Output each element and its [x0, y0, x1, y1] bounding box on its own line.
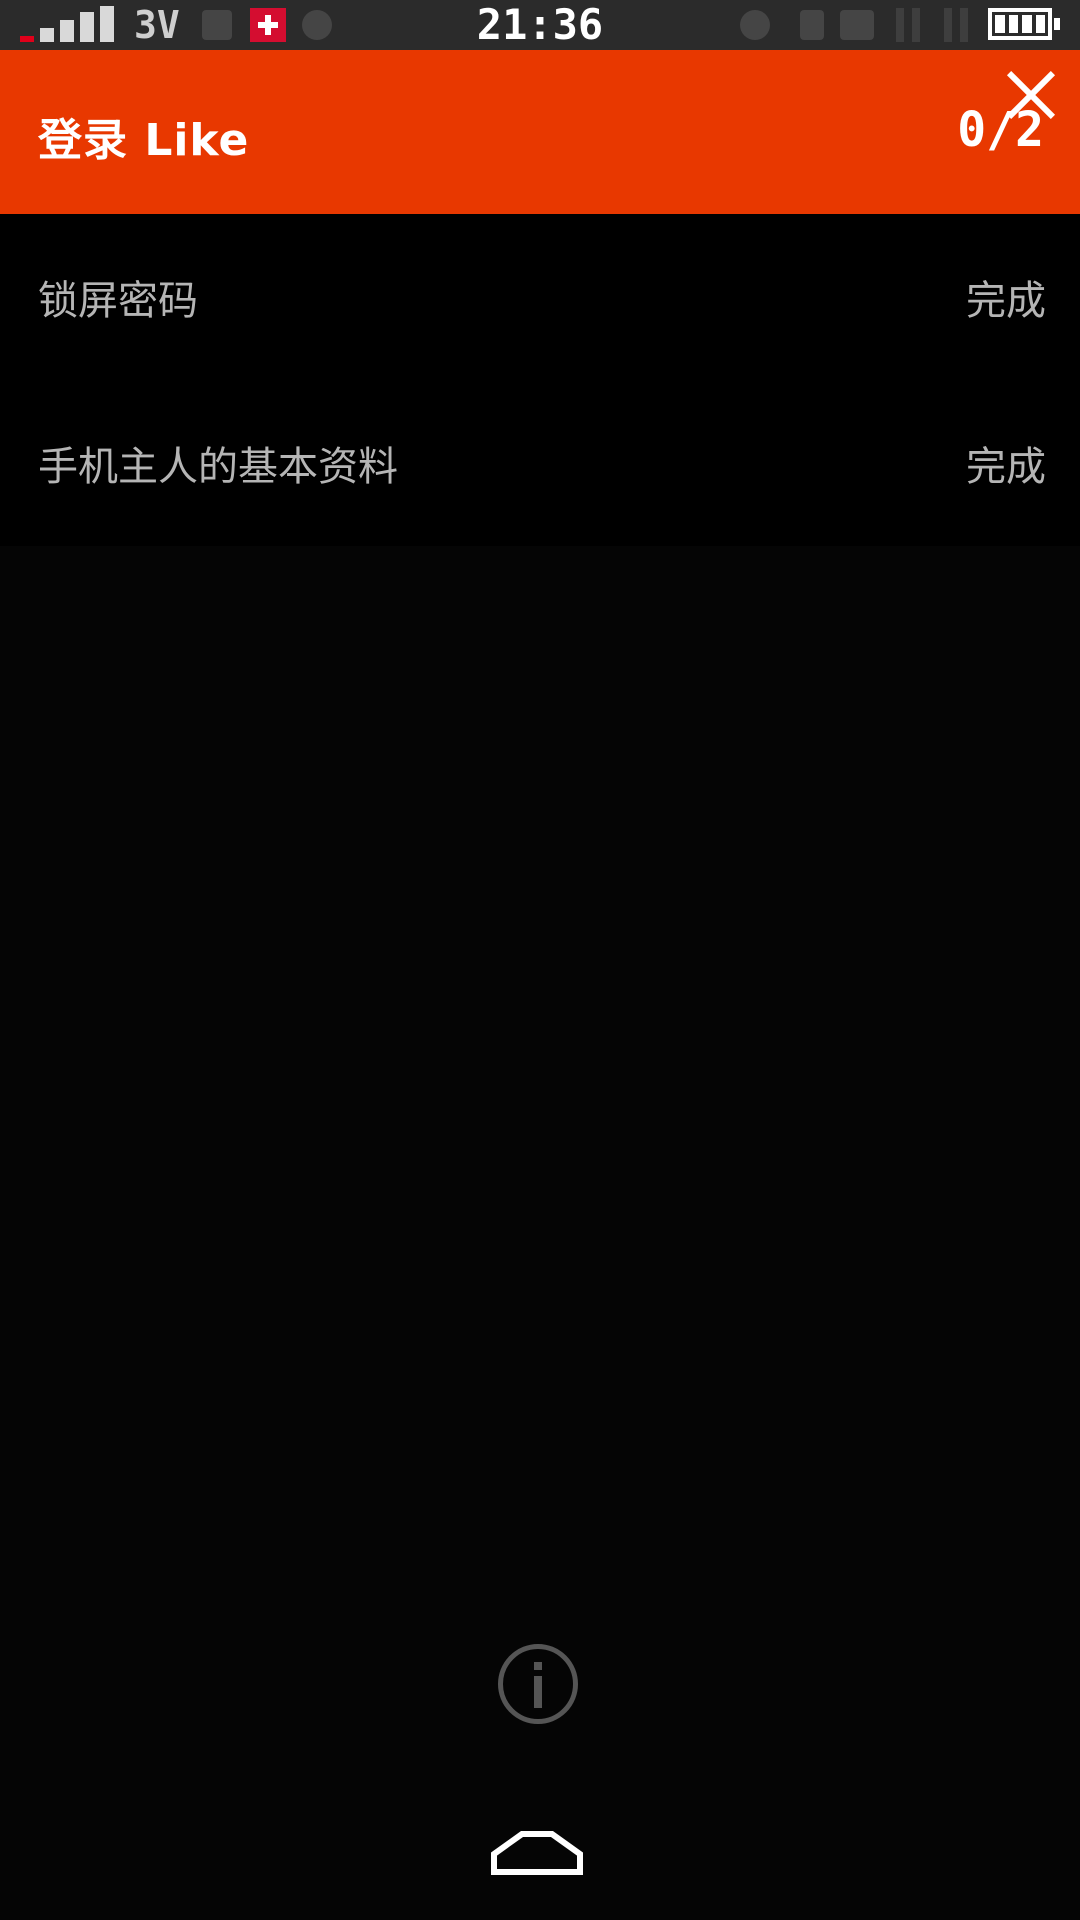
- notification-icon: [202, 10, 232, 40]
- list-item-lock-screen-password[interactable]: 锁屏密码 完成: [0, 214, 1080, 380]
- alarm-icon: [740, 10, 770, 40]
- data-icon: [944, 8, 952, 42]
- step-progress: 0/2: [957, 102, 1044, 158]
- info-icon[interactable]: [498, 1644, 578, 1724]
- list-item-label: 手机主人的基本资料: [38, 444, 398, 490]
- list-item-owner-profile[interactable]: 手机主人的基本资料 完成: [0, 380, 1080, 546]
- swiss-app-icon: [250, 8, 286, 42]
- wifi-icon: [896, 8, 904, 42]
- data-icon-2: [960, 8, 968, 42]
- app-header: 登录 Like 0/2: [0, 50, 1080, 214]
- sim-icon: [840, 10, 874, 40]
- page-title: 登录 Like: [38, 115, 250, 166]
- home-icon[interactable]: [490, 1820, 584, 1876]
- status-bar: 3V 21:36: [0, 0, 1080, 50]
- list-item-status: 完成: [966, 444, 1046, 490]
- list-item-label: 锁屏密码: [38, 278, 198, 324]
- settings-notification-icon: [302, 10, 332, 40]
- list-item-status: 完成: [966, 278, 1046, 324]
- signal-strength-icon: [20, 6, 124, 42]
- network-type-label: 3V: [134, 3, 180, 47]
- setup-steps-list: 锁屏密码 完成 手机主人的基本资料 完成: [0, 214, 1080, 546]
- mute-icon: [800, 10, 824, 40]
- battery-icon: [988, 8, 1060, 40]
- wifi-icon-2: [912, 8, 920, 42]
